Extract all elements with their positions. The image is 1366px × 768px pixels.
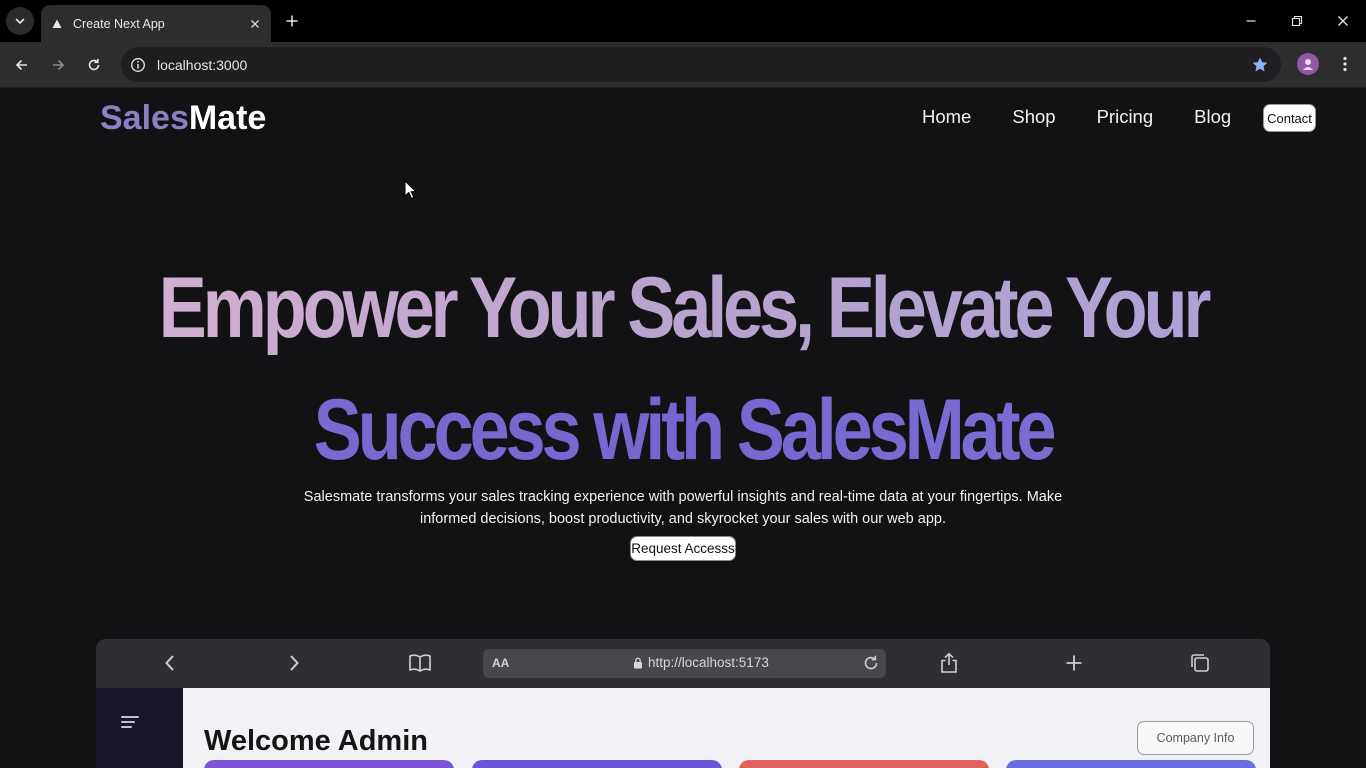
close-tab-icon[interactable] <box>245 14 265 34</box>
site-info-icon[interactable] <box>126 53 150 77</box>
preview-stat-card <box>204 760 454 768</box>
new-tab-button[interactable] <box>280 9 304 33</box>
reload-icon <box>88 59 100 71</box>
preview-url: http://localhost:5173 <box>633 655 769 670</box>
chevron-left-icon <box>158 651 182 675</box>
url-text[interactable]: localhost:3000 <box>157 57 1247 73</box>
nav-link-pricing[interactable]: Pricing <box>1097 106 1154 128</box>
plus-icon <box>1062 651 1086 675</box>
reload-button[interactable] <box>80 51 108 79</box>
preview-url-text: http://localhost:5173 <box>648 655 769 670</box>
site-logo[interactable]: SalesMate <box>100 99 266 138</box>
preview-company-info-button: Company Info <box>1137 721 1254 755</box>
hamburger-menu-icon <box>121 716 139 728</box>
restore-icon <box>1291 15 1303 27</box>
mouse-cursor-icon <box>404 180 418 200</box>
plus-icon <box>286 15 298 27</box>
text-size-label: AA <box>492 656 510 670</box>
lock-icon <box>634 657 642 668</box>
close-icon <box>1338 16 1348 26</box>
close-window-button[interactable] <box>1330 8 1356 34</box>
minimize-button[interactable] <box>1238 8 1264 34</box>
forward-button[interactable] <box>44 51 72 79</box>
hero-headline-line-1: Empower Your Sales, Elevate Your <box>109 259 1256 358</box>
browser-tab-bar: Create Next App <box>0 0 1366 42</box>
preview-stat-card <box>1006 760 1256 768</box>
back-button[interactable] <box>8 51 36 79</box>
tab-search-button[interactable] <box>6 7 34 35</box>
preview-url-field: AA http://localhost:5173 <box>483 649 886 678</box>
preview-sidebar <box>96 688 183 768</box>
chevron-right-icon <box>282 651 306 675</box>
browser-toolbar: localhost:3000 <box>0 42 1366 88</box>
hero-description: Salesmate transforms your sales tracking… <box>303 489 1063 527</box>
address-bar[interactable]: localhost:3000 <box>121 47 1281 82</box>
preview-stat-card <box>739 760 989 768</box>
profile-avatar-icon[interactable] <box>1297 53 1319 75</box>
tab-title: Create Next App <box>73 16 165 31</box>
contact-button[interactable]: Contact <box>1263 104 1316 132</box>
arrow-right-icon <box>53 59 65 71</box>
tabs-icon <box>1188 651 1212 675</box>
logo-sales-text: Sales <box>100 99 189 137</box>
preview-welcome-heading: Welcome Admin <box>204 725 428 757</box>
chevron-down-icon <box>15 18 25 25</box>
nextjs-favicon-icon <box>51 18 63 30</box>
share-icon <box>937 651 961 675</box>
logo-mate-text: Mate <box>188 99 267 137</box>
active-tab[interactable]: Create Next App <box>41 5 271 42</box>
more-vertical-icon <box>1343 56 1347 72</box>
hero-headline-line-2: Success with SalesMate <box>109 381 1256 480</box>
app-preview-image: AA http://localhost:5173 Welcome Admin C… <box>96 639 1270 768</box>
preview-browser-bar: AA http://localhost:5173 <box>96 639 1270 688</box>
nav-link-shop[interactable]: Shop <box>1012 106 1055 128</box>
refresh-icon <box>860 652 882 674</box>
restore-button[interactable] <box>1284 8 1310 34</box>
book-icon <box>408 651 432 675</box>
minimize-icon <box>1246 20 1256 22</box>
request-access-button[interactable]: Request Accesss <box>630 536 736 561</box>
nav-link-home[interactable]: Home <box>922 106 971 128</box>
nav-link-blog[interactable]: Blog <box>1194 106 1231 128</box>
preview-dashboard: Welcome Admin Company Info <box>96 688 1270 768</box>
site-navigation: Home Shop Pricing Blog <box>922 106 1272 128</box>
bookmark-star-icon[interactable] <box>1247 52 1273 78</box>
preview-stat-card <box>472 760 722 768</box>
arrow-left-icon <box>15 59 27 71</box>
browser-menu-button[interactable] <box>1332 51 1358 77</box>
page-content: SalesMate Home Shop Pricing Blog Contact… <box>0 89 1366 768</box>
